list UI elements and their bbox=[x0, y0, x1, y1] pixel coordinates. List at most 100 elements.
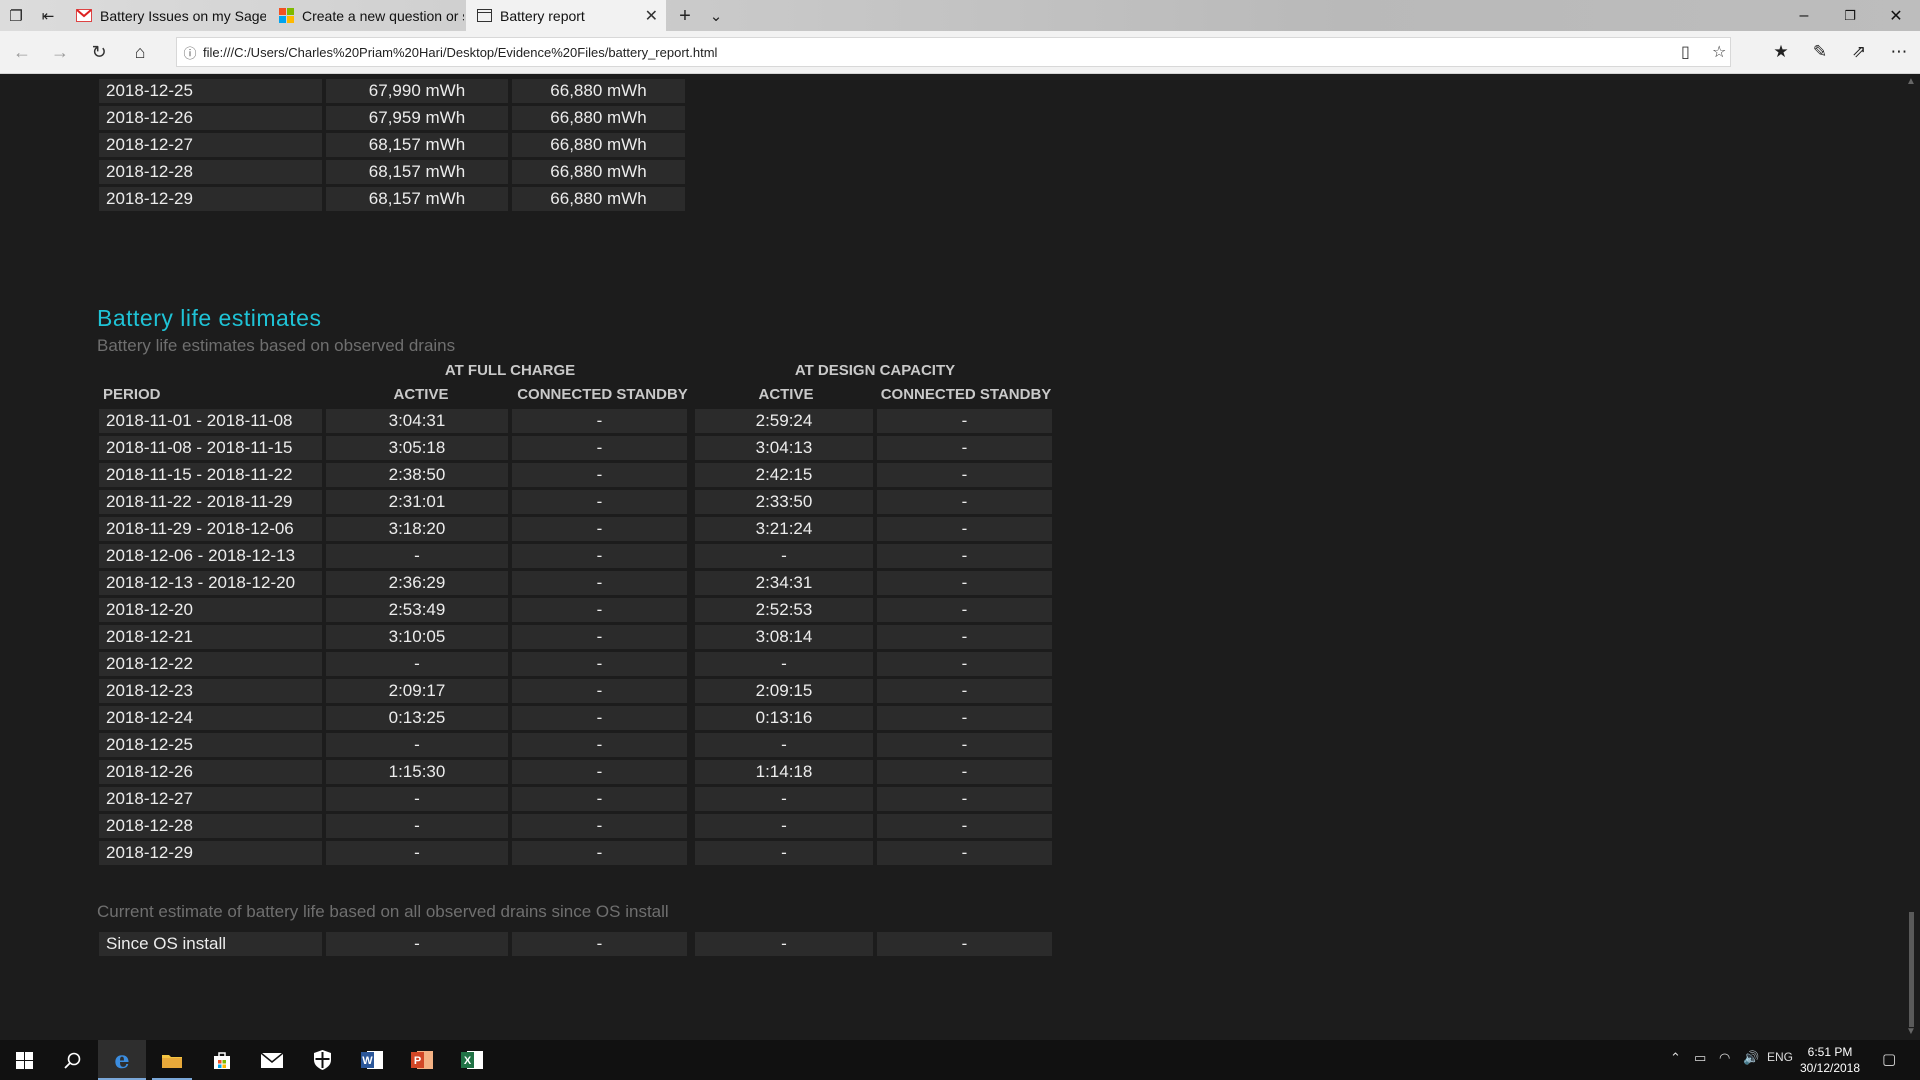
share-icon[interactable]: ⇗ bbox=[1846, 40, 1872, 64]
table-row: 2018-11-08 - 2018-11-15 3:05:18-3:04:13- bbox=[99, 436, 1052, 460]
tab-preview-chevron-icon[interactable]: ⌄ bbox=[705, 5, 727, 27]
tab-actions-icon[interactable]: ❐ bbox=[5, 5, 27, 27]
vertical-scrollbar[interactable]: ▲ ▼ bbox=[1903, 74, 1920, 1040]
web-note-pen-icon[interactable]: ✎ bbox=[1807, 40, 1833, 64]
active-full-charge-cell: - bbox=[326, 787, 508, 811]
address-field[interactable]: ⓘ file:///C:/Users/Charles%20Priam%20Har… bbox=[176, 37, 1731, 67]
period-cell: 2018-12-26 bbox=[99, 760, 322, 784]
active-design-capacity-cell: 2:59:24 bbox=[695, 409, 873, 433]
table-row: 2018-12-27 68,157 mWh 66,880 mWh bbox=[99, 133, 685, 157]
tab-battery-issues[interactable]: Battery Issues on my Sager bbox=[66, 0, 266, 31]
close-window-icon[interactable]: ✕ bbox=[1876, 4, 1916, 28]
home-icon[interactable]: ⌂ bbox=[126, 40, 154, 64]
active-design-capacity-cell: 2:52:53 bbox=[695, 598, 873, 622]
active-full-charge-cell: - bbox=[326, 932, 508, 956]
active-design-capacity-cell: 3:21:24 bbox=[695, 517, 873, 541]
tab-create-question[interactable]: Create a new question or st bbox=[268, 0, 464, 31]
reading-view-icon[interactable]: ▯ bbox=[1681, 42, 1690, 62]
favorite-star-icon[interactable]: ☆ bbox=[1712, 42, 1726, 62]
column-header-active: ACTIVE bbox=[393, 386, 449, 403]
design-capacity-cell: 66,880 mWh bbox=[512, 160, 685, 184]
search-icon[interactable] bbox=[48, 1040, 96, 1080]
active-full-charge-cell: 2:09:17 bbox=[326, 679, 508, 703]
tab-battery-report[interactable]: Battery report ✕ bbox=[466, 0, 666, 31]
period-cell: 2018-12-27 bbox=[99, 787, 322, 811]
active-design-capacity-cell: 3:04:13 bbox=[695, 436, 873, 460]
edge-icon[interactable]: e bbox=[98, 1040, 146, 1080]
group-header-design-capacity: AT DESIGN CAPACITY bbox=[794, 362, 956, 379]
svg-text:X: X bbox=[464, 1055, 472, 1067]
standby-full-charge-cell: - bbox=[512, 571, 687, 595]
period-cell: 2018-12-24 bbox=[99, 706, 322, 730]
scroll-thumb[interactable] bbox=[1909, 912, 1914, 1027]
new-tab-icon[interactable]: + bbox=[674, 5, 696, 27]
back-icon[interactable]: ← bbox=[8, 40, 36, 64]
standby-full-charge-cell: - bbox=[512, 787, 687, 811]
mail-icon[interactable] bbox=[248, 1040, 296, 1080]
forward-icon[interactable]: → bbox=[46, 40, 74, 64]
standby-design-capacity-cell: - bbox=[877, 679, 1052, 703]
period-cell: 2018-11-01 - 2018-11-08 bbox=[99, 409, 322, 433]
table-row: 2018-12-06 - 2018-12-13- - - - bbox=[99, 544, 1052, 568]
active-full-charge-cell: - bbox=[326, 814, 508, 838]
active-full-charge-cell: 1:15:30 bbox=[326, 760, 508, 784]
table-row: 2018-12-20 2:53:49-2:52:53- bbox=[99, 598, 1052, 622]
excel-icon[interactable]: X bbox=[448, 1040, 496, 1080]
favorites-hub-icon[interactable]: ★ bbox=[1768, 40, 1794, 64]
defender-icon[interactable] bbox=[298, 1040, 346, 1080]
standby-design-capacity-cell: - bbox=[877, 571, 1052, 595]
clock-date: 30/12/2018 bbox=[1799, 1061, 1861, 1075]
battery-life-estimates-table: 2018-11-01 - 2018-11-08 3:04:31-2:59:24-2… bbox=[95, 406, 1056, 868]
design-capacity-cell: 66,880 mWh bbox=[512, 79, 685, 103]
column-header-standby: CONNECTED STANDBY bbox=[517, 386, 688, 403]
table-row: Since OS install - - - - bbox=[99, 932, 1052, 956]
period-cell: 2018-12-22 bbox=[99, 652, 322, 676]
close-tab-icon[interactable]: ✕ bbox=[645, 6, 658, 26]
clock-time: 6:51 PM bbox=[1807, 1045, 1853, 1059]
standby-full-charge-cell: - bbox=[512, 733, 687, 757]
windows-start-icon[interactable] bbox=[0, 1040, 48, 1080]
full-charge-capacity-cell: 68,157 mWh bbox=[326, 133, 508, 157]
standby-full-charge-cell: - bbox=[512, 652, 687, 676]
refresh-icon[interactable]: ↻ bbox=[85, 40, 113, 64]
more-icon[interactable]: ⋯ bbox=[1886, 40, 1912, 64]
wifi-icon[interactable]: ◠ bbox=[1719, 1050, 1730, 1066]
table-row: 2018-12-13 - 2018-12-20 2:36:29-2:34:31- bbox=[99, 571, 1052, 595]
active-full-charge-cell: 3:10:05 bbox=[326, 625, 508, 649]
scroll-down-icon[interactable]: ▼ bbox=[1906, 1026, 1916, 1037]
tab-label: Battery report bbox=[500, 7, 585, 24]
action-center-icon[interactable]: ▢ bbox=[1882, 1050, 1896, 1068]
tab-label: Battery Issues on my Sager bbox=[100, 7, 266, 24]
tab-label: Create a new question or st bbox=[302, 7, 464, 24]
standby-full-charge-cell: - bbox=[512, 490, 687, 514]
set-aside-tabs-icon[interactable]: ⇤ bbox=[37, 5, 59, 27]
store-icon[interactable] bbox=[198, 1040, 246, 1080]
standby-design-capacity-cell: - bbox=[877, 463, 1052, 487]
active-design-capacity-cell: 2:34:31 bbox=[695, 571, 873, 595]
word-icon[interactable]: W bbox=[348, 1040, 396, 1080]
info-icon[interactable]: ⓘ bbox=[177, 43, 203, 62]
show-hidden-icons-chevron-icon[interactable]: ⌃ bbox=[1670, 1050, 1681, 1066]
standby-full-charge-cell: - bbox=[512, 409, 687, 433]
period-cell: 2018-12-20 bbox=[99, 598, 322, 622]
standby-full-charge-cell: - bbox=[512, 932, 687, 956]
volume-icon[interactable]: 🔊 bbox=[1743, 1050, 1759, 1066]
scroll-up-icon[interactable]: ▲ bbox=[1906, 76, 1916, 87]
standby-design-capacity-cell: - bbox=[877, 598, 1052, 622]
section-subtitle: Battery life estimates based on observed… bbox=[97, 336, 456, 355]
battery-icon[interactable]: ▭ bbox=[1694, 1050, 1706, 1066]
language-indicator[interactable]: ENG bbox=[1767, 1050, 1793, 1064]
powerpoint-icon[interactable]: P bbox=[398, 1040, 446, 1080]
minimize-icon[interactable]: – bbox=[1784, 4, 1824, 28]
active-full-charge-cell: 2:36:29 bbox=[326, 571, 508, 595]
system-clock[interactable]: 6:51 PM 30/12/2018 bbox=[1795, 1044, 1865, 1076]
date-cell: 2018-12-25 bbox=[99, 79, 322, 103]
page-content: 2018-12-25 67,990 mWh 66,880 mWh 2018-12-26… bbox=[0, 74, 1903, 1040]
table-row: 2018-12-27- - - - bbox=[99, 787, 1052, 811]
file-explorer-icon[interactable] bbox=[148, 1040, 196, 1080]
table-row: 2018-12-21 3:10:05-3:08:14- bbox=[99, 625, 1052, 649]
table-row: 2018-12-25 67,990 mWh 66,880 mWh bbox=[99, 79, 685, 103]
standby-design-capacity-cell: - bbox=[877, 652, 1052, 676]
restore-icon[interactable]: ❐ bbox=[1830, 4, 1870, 28]
url-text[interactable]: file:///C:/Users/Charles%20Priam%20Hari/… bbox=[203, 45, 717, 60]
